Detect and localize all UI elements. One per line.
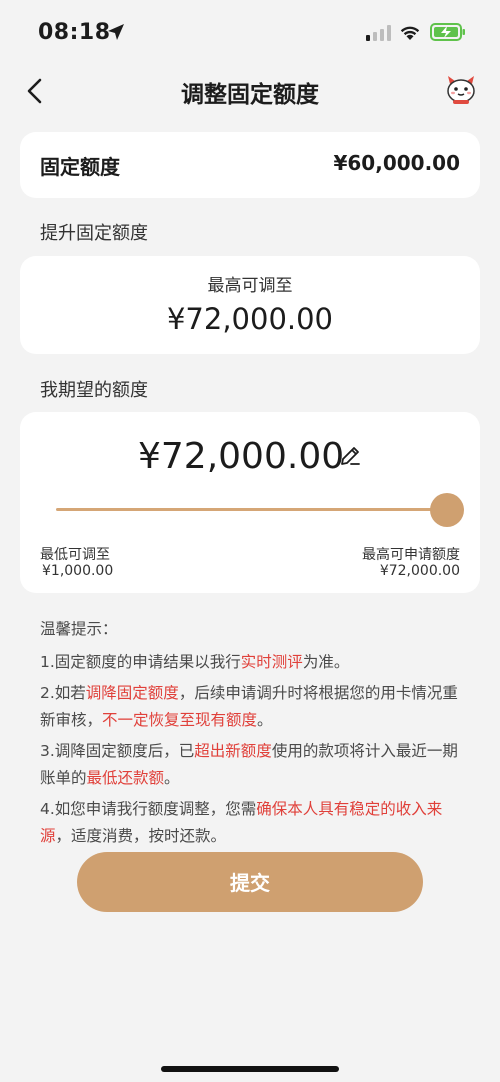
fixed-limit-label: 固定额度 <box>40 155 120 179</box>
tip-highlight: 最低还款额 <box>86 769 165 787</box>
raise-section-title: 提升固定额度 <box>40 223 148 244</box>
wifi-icon <box>400 26 420 40</box>
max-adjust-card: 最高可调至 ¥72,000.00 <box>20 256 480 354</box>
expected-amount[interactable]: ¥72,000.00 <box>138 436 344 477</box>
limit-slider-track[interactable] <box>56 508 444 511</box>
expect-section-title: 我期望的额度 <box>40 380 148 401</box>
fixed-limit-value: ¥60,000.00 <box>333 151 460 175</box>
limit-slider-thumb[interactable] <box>430 493 464 527</box>
tips-title: 温馨提示： <box>40 620 118 638</box>
tip-highlight: 超出新额度 <box>194 742 272 760</box>
tips-section: 温馨提示： 1.固定额度的申请结果以我行实时测评为准。 2.如若调降固定额度，后… <box>40 616 464 854</box>
page-title: 调整固定额度 <box>181 82 319 108</box>
status-time: 08:18 <box>38 20 111 45</box>
location-arrow-icon <box>108 24 124 40</box>
tip-item-1: 1.固定额度的申请结果以我行实时测评为准。 <box>40 653 350 671</box>
tip-highlight: 调降固定额度 <box>85 684 179 702</box>
tip-highlight: 实时测评 <box>240 653 303 671</box>
tip-item-3: 3.调降固定额度后，已超出新额度使用的款项将计入最近一期账单的最低还款额。 <box>40 742 458 787</box>
home-indicator <box>161 1066 339 1072</box>
signal-icon <box>366 25 391 41</box>
tip-highlight: 不一定恢复至现有额度 <box>102 711 258 729</box>
max-apply-value: ¥72,000.00 <box>379 563 460 579</box>
status-bar: 08:18 <box>0 0 500 66</box>
expected-limit-card: ¥72,000.00 最低可调至 ¥1,000.00 最高可申请额度 ¥72,0… <box>20 412 480 593</box>
min-adjust-label: 最低可调至 <box>40 547 110 563</box>
pencil-icon[interactable] <box>338 444 362 468</box>
fixed-limit-card: 固定额度 ¥60,000.00 <box>20 132 480 198</box>
max-adjust-label: 最高可调至 <box>207 276 293 296</box>
nav-bar: 调整固定额度 <box>0 66 500 114</box>
battery-charging-icon <box>430 23 465 41</box>
max-adjust-value: ¥72,000.00 <box>166 302 334 336</box>
submit-button[interactable]: 提交 <box>77 852 423 912</box>
max-apply-label: 最高可申请额度 <box>362 547 460 563</box>
mascot-icon[interactable] <box>444 74 478 106</box>
tip-item-2: 2.如若调降固定额度，后续申请调升时将根据您的用卡情况重新审核，不一定恢复至现有… <box>40 684 458 729</box>
min-adjust-value: ¥1,000.00 <box>42 563 114 579</box>
tip-item-4: 4.如您申请我行额度调整，您需确保本人具有稳定的收入来源，适度消费，按时还款。 <box>40 800 443 845</box>
